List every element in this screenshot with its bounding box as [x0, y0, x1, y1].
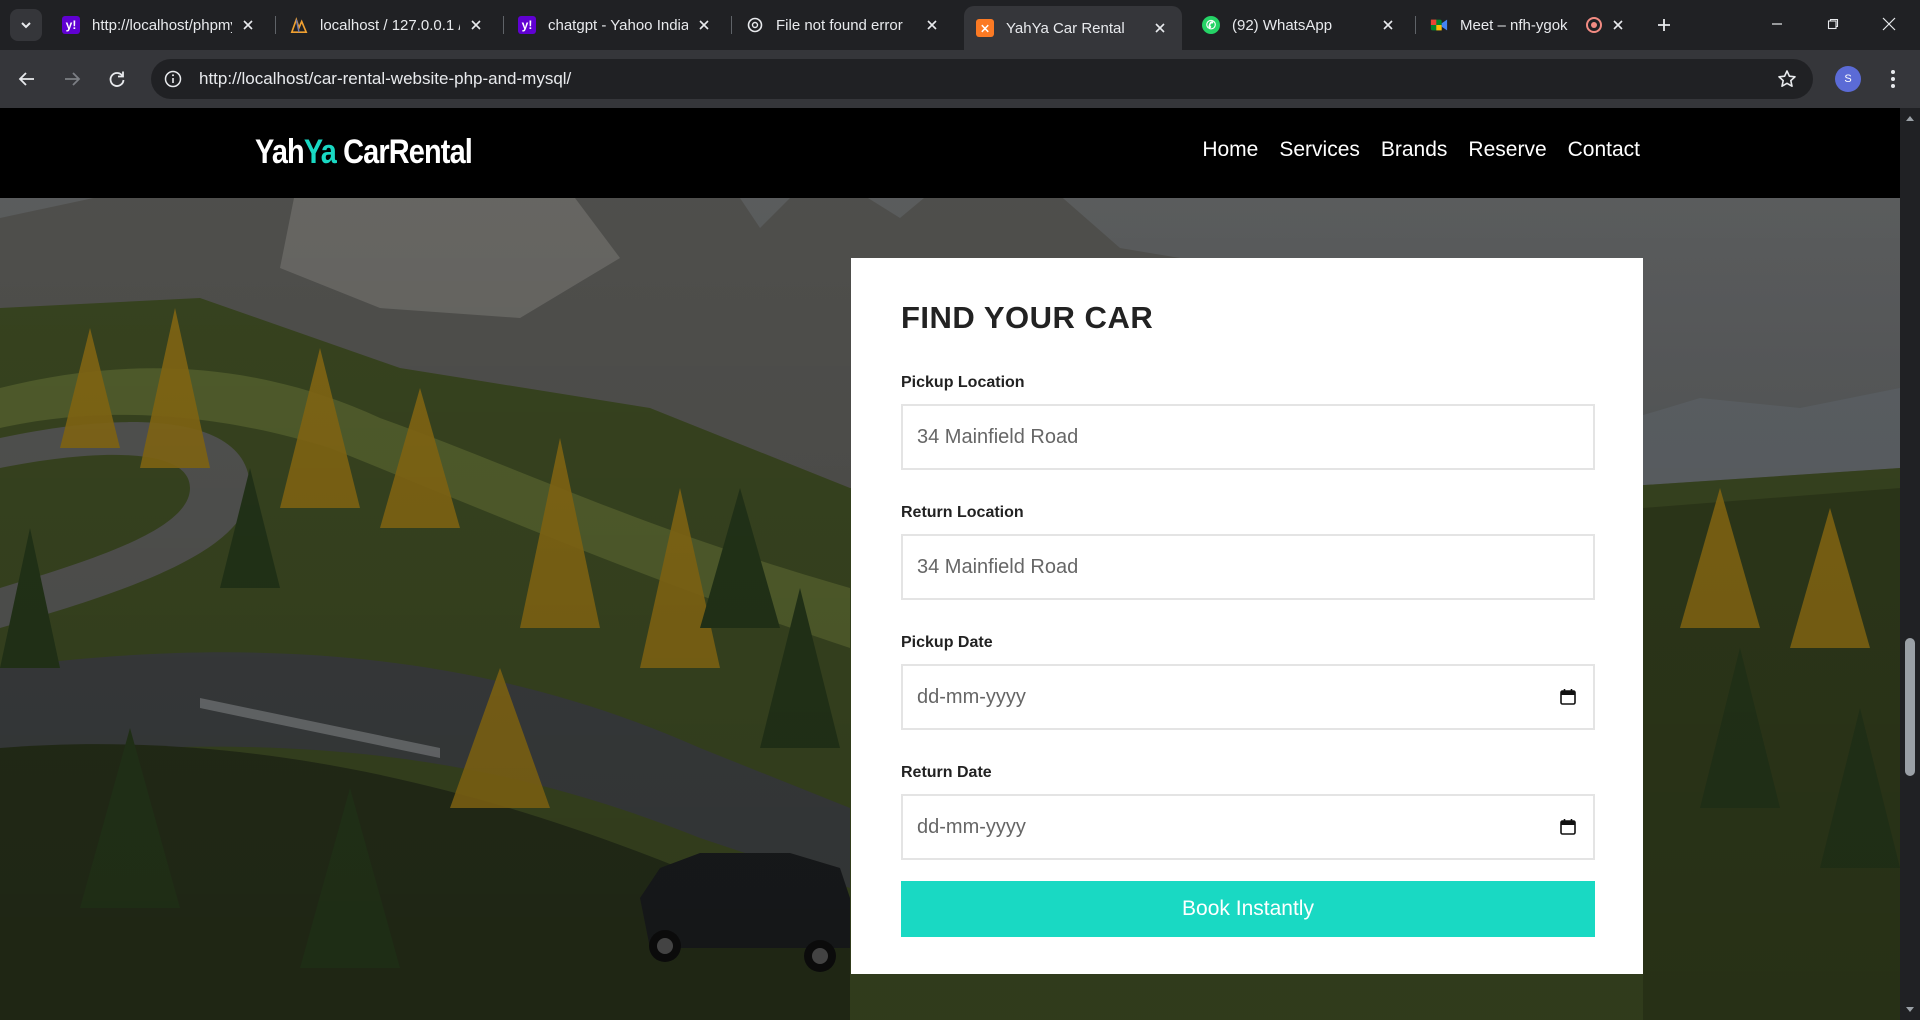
pickup-date-label: Pickup Date	[901, 634, 993, 651]
whatsapp-icon: ✆	[1202, 16, 1220, 34]
phpmyadmin-icon	[290, 16, 308, 34]
nav-link-contact[interactable]: Contact	[1568, 138, 1640, 162]
close-icon[interactable]	[694, 15, 714, 35]
close-icon[interactable]	[1608, 15, 1628, 35]
tab-separator	[1415, 16, 1416, 34]
address-bar[interactable]: http://localhost/car-rental-website-php-…	[151, 59, 1813, 99]
booking-heading: FIND YOUR CAR	[901, 300, 1154, 335]
return-date-placeholder: dd-mm-yyyy	[917, 815, 1026, 838]
return-date-input[interactable]: dd-mm-yyyy	[901, 794, 1595, 860]
openai-icon	[746, 16, 764, 34]
xampp-icon: ⨯	[976, 19, 994, 37]
return-location-input[interactable]: 34 Mainfield Road	[901, 534, 1595, 600]
scroll-down-arrow[interactable]	[1904, 1004, 1916, 1016]
close-icon[interactable]	[238, 15, 258, 35]
site-logo[interactable]: YahYa CarRental	[255, 133, 473, 172]
return-date-label: Return Date	[901, 764, 992, 781]
new-tab-button[interactable]	[1650, 11, 1678, 39]
more-vertical-icon	[1891, 70, 1895, 88]
arrow-right-icon	[65, 72, 81, 86]
tab-title: YahYa Car Rental	[1006, 19, 1125, 37]
return-location-label: Return Location	[901, 504, 1024, 521]
nav-link-services[interactable]: Services	[1279, 138, 1360, 162]
site-header: YahYa CarRental Home Services Brands Res…	[0, 108, 1900, 198]
calendar-icon[interactable]	[1559, 688, 1577, 706]
close-icon[interactable]	[1378, 15, 1398, 35]
restore-button[interactable]	[1810, 0, 1856, 48]
browser-tab-active[interactable]: ⨯ YahYa Car Rental	[964, 6, 1182, 50]
browser-menu-button[interactable]	[1880, 63, 1906, 95]
close-icon	[1882, 17, 1896, 31]
page-scrollbar[interactable]	[1900, 108, 1920, 1020]
tab-title: http://localhost/phpmyadmin/	[92, 16, 232, 34]
browser-tab[interactable]: y! chatgpt - Yahoo India	[506, 7, 726, 43]
pickup-date-input[interactable]: dd-mm-yyyy	[901, 664, 1595, 730]
browser-tab[interactable]: y! http://localhost/phpmyadmin/	[50, 7, 270, 43]
browser-tab-strip: y! http://localhost/phpmyadmin/ localhos…	[0, 0, 1920, 50]
tab-title: (92) WhatsApp	[1232, 16, 1333, 34]
tab-title: chatgpt - Yahoo India	[548, 16, 688, 34]
browser-tab[interactable]: Meet – nfh-ygok	[1418, 7, 1640, 43]
info-icon	[164, 70, 182, 88]
meet-icon	[1430, 16, 1448, 34]
tab-separator	[275, 16, 276, 34]
tab-title: localhost / 127.0.0.1 /	[320, 16, 460, 34]
nav-link-brands[interactable]: Brands	[1381, 138, 1448, 162]
forward-button[interactable]	[56, 63, 88, 95]
profile-avatar[interactable]: S	[1835, 66, 1861, 92]
reload-icon	[109, 71, 125, 87]
recording-icon	[1586, 17, 1602, 33]
tab-search-button[interactable]	[10, 9, 42, 41]
bookmark-button[interactable]	[1775, 67, 1799, 91]
pickup-location-input[interactable]: 34 Mainfield Road	[901, 404, 1595, 470]
star-icon	[1778, 70, 1796, 87]
tab-title: Meet – nfh-ygok	[1460, 16, 1568, 34]
browser-tab[interactable]: localhost / 127.0.0.1 /	[278, 7, 498, 43]
book-instantly-button[interactable]: Book Instantly	[901, 881, 1595, 937]
minimize-icon	[1772, 23, 1782, 25]
pickup-location-label: Pickup Location	[901, 374, 1025, 391]
restore-icon	[1827, 18, 1839, 30]
browser-tab[interactable]: File not found error	[734, 7, 954, 43]
logo-text-accent: Ya	[303, 133, 337, 171]
pickup-date-placeholder: dd-mm-yyyy	[917, 685, 1026, 708]
page-viewport: YahYa CarRental Home Services Brands Res…	[0, 108, 1900, 1020]
close-icon[interactable]	[1150, 18, 1170, 38]
tab-separator	[731, 16, 732, 34]
browser-toolbar: http://localhost/car-rental-website-php-…	[0, 50, 1920, 108]
chevron-down-icon	[21, 22, 31, 29]
site-info-button[interactable]	[153, 59, 193, 99]
booking-form-card: FIND YOUR CAR Pickup Location 34 Mainfie…	[851, 258, 1643, 974]
tab-separator	[503, 16, 504, 34]
yahoo-icon: y!	[62, 16, 80, 34]
close-icon[interactable]	[922, 15, 942, 35]
nav-link-reserve[interactable]: Reserve	[1468, 138, 1546, 162]
minimize-button[interactable]	[1754, 0, 1800, 48]
back-button[interactable]	[11, 63, 43, 95]
logo-text-part: CarRental	[335, 133, 473, 171]
nav-link-home[interactable]: Home	[1202, 138, 1258, 162]
main-navigation: Home Services Brands Reserve Contact	[1202, 138, 1640, 162]
browser-tab[interactable]: ✆ (92) WhatsApp	[1190, 7, 1410, 43]
calendar-icon[interactable]	[1559, 818, 1577, 836]
close-icon[interactable]	[466, 15, 486, 35]
scroll-thumb[interactable]	[1905, 638, 1915, 776]
scroll-up-arrow[interactable]	[1904, 112, 1916, 124]
arrow-left-icon	[18, 72, 34, 86]
url-text: http://localhost/car-rental-website-php-…	[199, 69, 572, 88]
reload-button[interactable]	[101, 63, 133, 95]
tab-title: File not found error	[776, 16, 903, 34]
plus-icon	[1658, 19, 1670, 31]
yahoo-icon: y!	[518, 16, 536, 34]
window-close-button[interactable]	[1866, 0, 1912, 48]
logo-text-part: Yah	[255, 133, 305, 171]
